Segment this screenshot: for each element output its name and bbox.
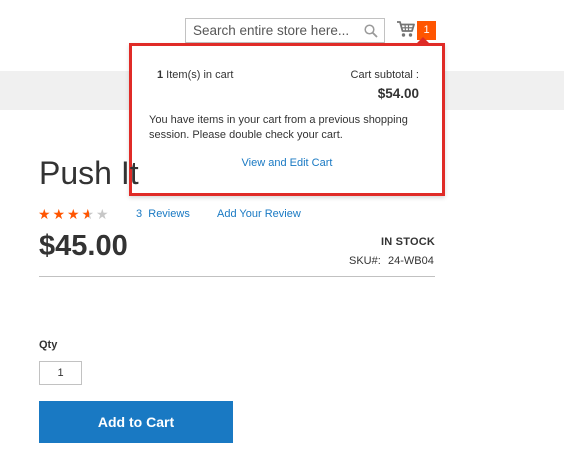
cart-icon[interactable] xyxy=(396,20,416,38)
minicart-dropdown: 1 Item(s) in cart Cart subtotal : $54.00… xyxy=(129,43,445,196)
qty-input[interactable] xyxy=(39,361,82,385)
star-icon: ★ xyxy=(38,206,51,222)
reviews-label: Reviews xyxy=(148,208,190,220)
search-icon[interactable] xyxy=(364,24,378,38)
add-to-cart-button[interactable]: Add to Cart xyxy=(39,401,233,443)
items-count-label: Item(s) in cart xyxy=(163,69,234,81)
star-icon: ★ xyxy=(81,206,95,222)
sku-value: 24-WB04 xyxy=(388,255,434,267)
search-box xyxy=(185,18,385,43)
stock-status: IN STOCK xyxy=(381,236,435,248)
reviews-link[interactable]: 3 Reviews xyxy=(136,208,190,220)
star-icon: ★ xyxy=(52,206,66,222)
product-title: Push It xyxy=(39,155,139,191)
reviews-count: 3 xyxy=(136,208,143,220)
subtotal-label: Cart subtotal : xyxy=(350,69,419,81)
minicart-items-count: 1 Item(s) in cart xyxy=(157,69,233,81)
rating-stars: ★ ★ ★ ★ ★ xyxy=(38,206,111,222)
qty-label: Qty xyxy=(39,339,58,351)
subtotal-price: $54.00 xyxy=(377,86,419,101)
add-review-link[interactable]: Add Your Review xyxy=(217,208,301,220)
previous-session-message: You have items in your cart from a previ… xyxy=(149,114,408,141)
search-input[interactable] xyxy=(186,19,356,42)
divider xyxy=(39,276,435,277)
star-icon: ★ xyxy=(96,206,109,222)
product-price: $45.00 xyxy=(39,230,128,262)
star-icon: ★ xyxy=(67,206,80,222)
sku-label: SKU#: xyxy=(349,255,381,267)
view-and-edit-cart-link[interactable]: View and Edit Cart xyxy=(132,157,442,169)
